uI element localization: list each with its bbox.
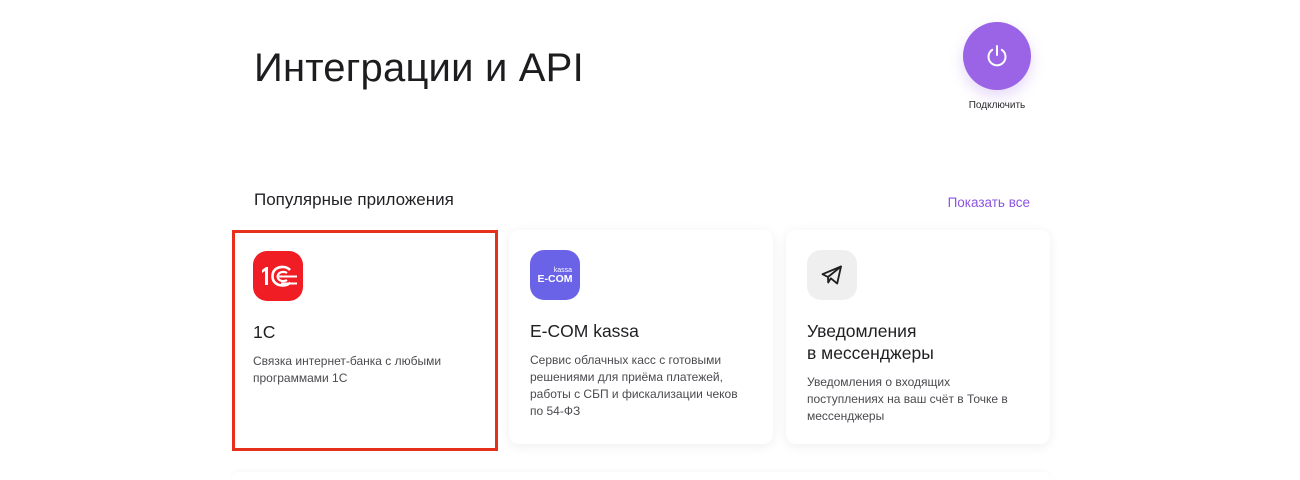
app-title: E-COM kassa — [530, 321, 639, 341]
1c-logo-icon — [253, 251, 303, 301]
app-card-messenger-notifications[interactable]: Уведомления в мессенджеры Уведомления о … — [786, 230, 1050, 444]
app-description: Связка интернет-банка с любыми программа… — [253, 354, 442, 385]
app-cards: 1С Связка интернет-банка с любыми програ… — [232, 230, 1050, 451]
app-description: Уведомления о входящих поступлениях на в… — [807, 375, 1008, 423]
app-title-line-2: в мессенджеры — [807, 343, 934, 363]
paper-plane-icon — [807, 250, 857, 300]
section-title-popular: Популярные приложения — [254, 190, 454, 209]
show-all-link[interactable]: Показать все — [948, 195, 1030, 210]
page-title: Интеграции и API — [254, 46, 584, 90]
app-card-ecom-kassa[interactable]: kassa E-COM E-COM kassa Сервис облачных … — [509, 230, 773, 444]
app-title: Уведомления в мессенджеры — [807, 320, 1030, 364]
ecom-logo-main-text: E-COM — [538, 273, 573, 285]
connect-label: Подключить — [968, 100, 1026, 111]
connect-circle[interactable] — [963, 22, 1031, 90]
power-icon — [987, 45, 1007, 67]
next-row-edge — [232, 472, 1050, 480]
ecom-kassa-logo-icon: kassa E-COM — [530, 250, 580, 300]
integrations-page: Интеграции и API Подключить Популярные п… — [0, 0, 1300, 480]
connect-button[interactable]: Подключить — [952, 22, 1042, 111]
app-card-1c[interactable]: 1С Связка интернет-банка с любыми програ… — [232, 230, 498, 451]
app-description: Сервис облачных касс с готовыми решениям… — [530, 353, 738, 418]
app-title: 1С — [253, 322, 276, 342]
app-title-line-1: Уведомления — [807, 321, 917, 341]
